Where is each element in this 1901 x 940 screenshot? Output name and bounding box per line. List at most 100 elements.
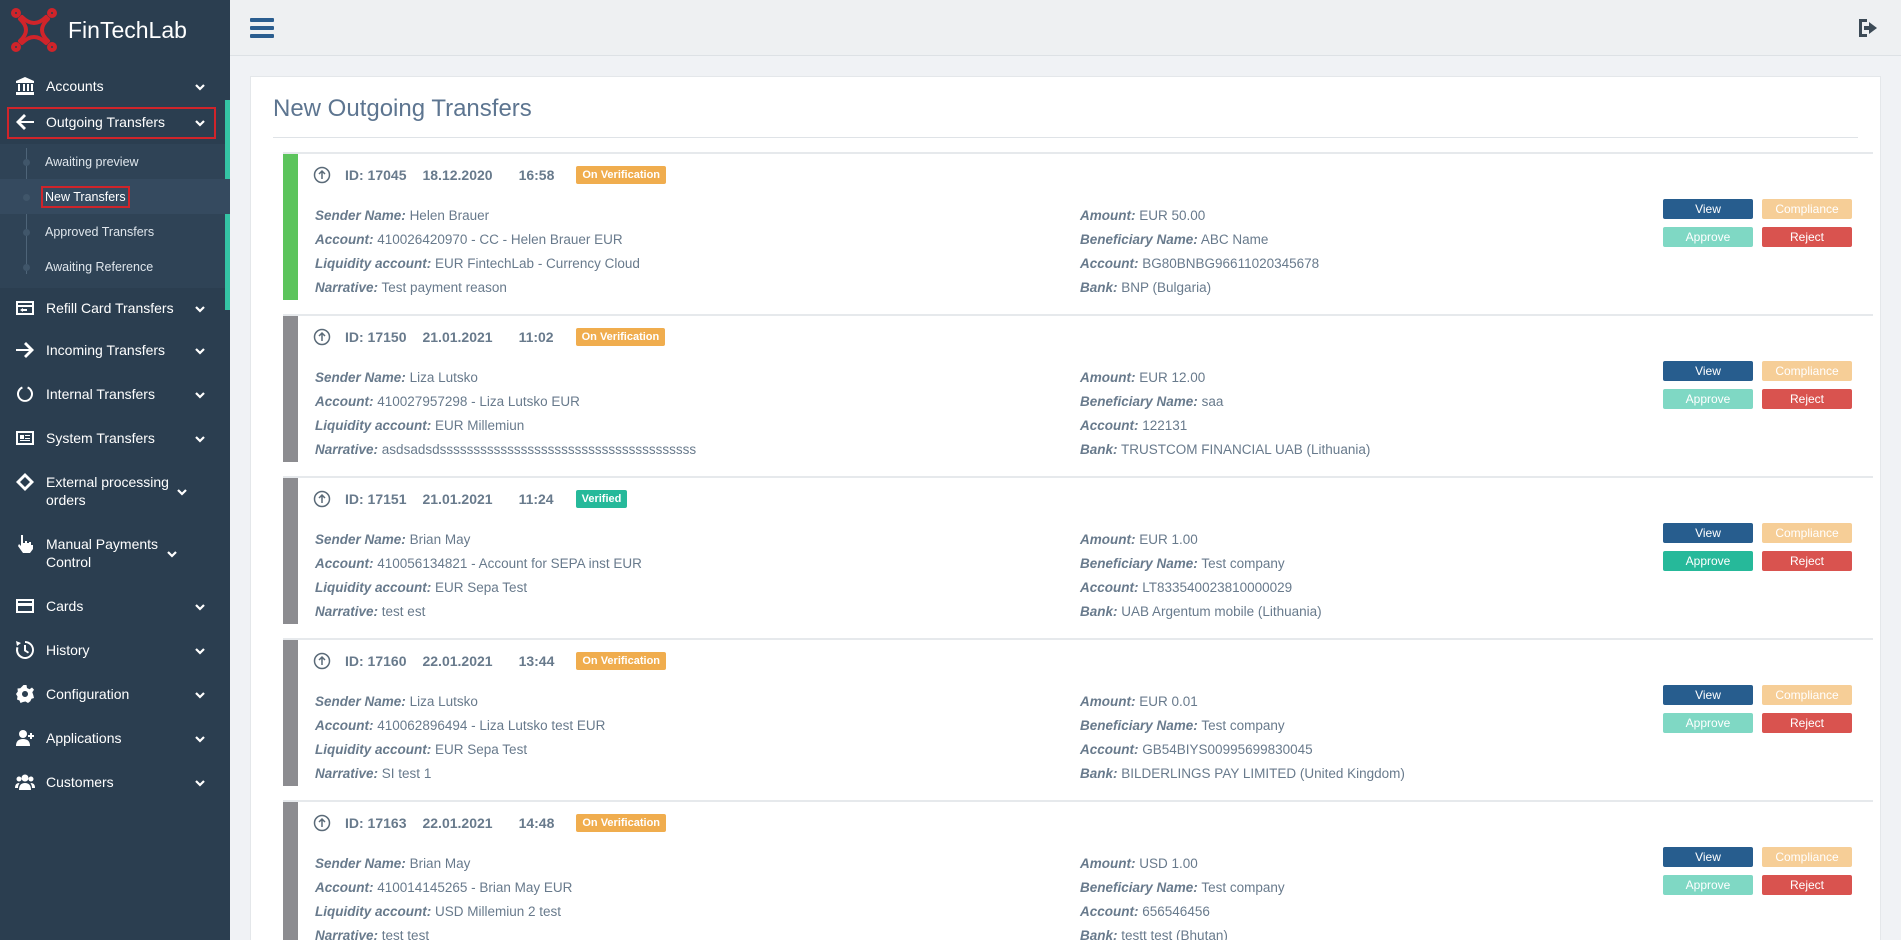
amount-row: Amount: EUR 50.00 xyxy=(1080,204,1319,228)
logout-icon[interactable] xyxy=(1857,17,1881,39)
reject-button[interactable]: Reject xyxy=(1762,713,1852,733)
field-label: Bank: xyxy=(1080,766,1118,781)
sidebar-item-label: Cards xyxy=(46,598,84,614)
beneficiary-details: Amount: EUR 0.01 Beneficiary Name: Test … xyxy=(1080,690,1405,786)
field-label: Beneficiary Name: xyxy=(1080,718,1198,733)
menu-toggle-icon[interactable] xyxy=(250,17,274,39)
sidebar-item-configuration[interactable]: Configuration xyxy=(0,672,230,716)
sidebar-item-history[interactable]: History xyxy=(0,628,230,672)
transfer-actions: View Compliance Approve Reject xyxy=(1663,847,1853,895)
beneficiary-account-row: Account: GB54BIYS00995699830045 xyxy=(1080,738,1405,762)
sender-name-row: Sender Name: Brian May xyxy=(315,852,572,876)
narrative-row: Narrative: test test xyxy=(315,924,572,940)
sidebar: FinTechLab Accounts Outgoing Transfers A… xyxy=(0,0,230,940)
sidebar-item-customers[interactable]: Customers xyxy=(0,760,230,804)
sidebar-item-internal-transfers[interactable]: Internal Transfers xyxy=(0,372,230,416)
field-label: Sender Name: xyxy=(315,208,406,223)
transfer-card: ID: 17160 22.01.2021 13:44 On Verificati… xyxy=(283,638,1873,800)
compliance-button[interactable]: Compliance xyxy=(1762,199,1852,219)
field-label: Account: xyxy=(1080,418,1139,433)
sender-account: 410026420970 - CC - Helen Brauer EUR xyxy=(377,232,623,247)
sender-name: Brian May xyxy=(409,856,471,871)
view-button[interactable]: View xyxy=(1663,523,1753,543)
arrow-right-icon xyxy=(12,340,38,360)
approve-button[interactable]: Approve xyxy=(1663,551,1753,571)
narrative: asdsadsdssssssssssssssssssssssssssssssss… xyxy=(381,442,697,457)
view-button[interactable]: View xyxy=(1663,361,1753,381)
bank-row: Bank: testt test (Bhutan) xyxy=(1080,924,1285,940)
sidebar-item-applications[interactable]: Applications xyxy=(0,716,230,760)
sidebar-item-label: Customers xyxy=(46,774,114,790)
reject-button[interactable]: Reject xyxy=(1762,551,1852,571)
sidebar-item-manual-payments-control[interactable]: Manual Payments Control xyxy=(0,522,230,584)
approve-button[interactable]: Approve xyxy=(1663,875,1753,895)
transfer-date: 21.01.2021 xyxy=(422,491,493,507)
liquidity-row: Liquidity account: USD Millemiun 2 test xyxy=(315,900,572,924)
users-icon xyxy=(12,772,38,792)
sidebar-item-system-transfers[interactable]: System Transfers xyxy=(0,416,230,460)
outgoing-transfers-submenu: Awaiting preview New Transfers Approved … xyxy=(0,100,230,310)
sidebar-item-cards[interactable]: Cards xyxy=(0,584,230,628)
field-label: Liquidity account: xyxy=(315,904,432,919)
approve-button[interactable]: Approve xyxy=(1663,713,1753,733)
compliance-button[interactable]: Compliance xyxy=(1762,847,1852,867)
view-button[interactable]: View xyxy=(1663,847,1753,867)
account-row: Account: 410027957298 - Liza Lutsko EUR xyxy=(315,390,696,414)
sidebar-item-outgoing-transfers[interactable]: Outgoing Transfers xyxy=(0,100,230,144)
narrative: SI test 1 xyxy=(381,766,432,781)
arrow-up-circle-icon xyxy=(313,814,331,832)
beneficiary-name: saa xyxy=(1201,394,1224,409)
beneficiary-name: Test company xyxy=(1201,880,1285,895)
approve-button[interactable]: Approve xyxy=(1663,227,1753,247)
card-refill-icon xyxy=(12,298,38,318)
sidebar-item-external-processing-orders[interactable]: External processing orders xyxy=(0,460,230,522)
view-button[interactable]: View xyxy=(1663,685,1753,705)
field-label: Bank: xyxy=(1080,928,1118,940)
field-label: Liquidity account: xyxy=(315,742,432,757)
field-label: Amount: xyxy=(1080,694,1136,709)
submenu-label: Awaiting Reference xyxy=(45,259,154,274)
liquidity-account: EUR Sepa Test xyxy=(435,580,528,595)
beneficiary-account-row: Account: BG80BNBG96611020345678 xyxy=(1080,252,1319,276)
brand[interactable]: FinTechLab xyxy=(0,0,230,60)
sender-details: Sender Name: Brian May Account: 41001414… xyxy=(315,852,572,940)
chevron-down-icon xyxy=(194,388,206,400)
sidebar-item-refill-card-transfers[interactable]: Refill Card Transfers xyxy=(0,288,230,328)
status-badge: Verified xyxy=(575,490,628,508)
narrative: test test xyxy=(381,928,430,940)
reject-button[interactable]: Reject xyxy=(1762,227,1852,247)
field-label: Liquidity account: xyxy=(315,418,432,433)
submenu-item-new-transfers[interactable]: New Transfers xyxy=(0,179,230,214)
chevron-down-icon xyxy=(176,485,188,497)
sidebar-item-incoming-transfers[interactable]: Incoming Transfers xyxy=(0,328,230,372)
reject-button[interactable]: Reject xyxy=(1762,389,1852,409)
view-button[interactable]: View xyxy=(1663,199,1753,219)
amount-row: Amount: EUR 1.00 xyxy=(1080,528,1322,552)
field-label: Sender Name: xyxy=(315,694,406,709)
reject-button[interactable]: Reject xyxy=(1762,875,1852,895)
beneficiary-account: GB54BIYS00995699830045 xyxy=(1142,742,1313,757)
field-label: Bank: xyxy=(1080,604,1118,619)
bank-row: Bank: TRUSTCOM FINANCIAL UAB (Lithuania) xyxy=(1080,438,1370,462)
compliance-button[interactable]: Compliance xyxy=(1762,523,1852,543)
account-row: Account: 410062896494 - Liza Lutsko test… xyxy=(315,714,605,738)
sender-name: Liza Lutsko xyxy=(409,694,478,709)
submenu-item-approved-transfers[interactable]: Approved Transfers xyxy=(0,214,230,249)
submenu-item-awaiting-preview[interactable]: Awaiting preview xyxy=(0,144,230,179)
chevron-down-icon xyxy=(194,644,206,656)
beneficiary-account-row: Account: 656546456 xyxy=(1080,900,1285,924)
compliance-button[interactable]: Compliance xyxy=(1762,361,1852,381)
field-label: Account: xyxy=(315,718,374,733)
compliance-button[interactable]: Compliance xyxy=(1762,685,1852,705)
account-row: Account: 410056134821 - Account for SEPA… xyxy=(315,552,642,576)
approve-button[interactable]: Approve xyxy=(1663,389,1753,409)
field-label: Beneficiary Name: xyxy=(1080,556,1198,571)
transfer-id: ID: 17045 xyxy=(345,167,407,183)
field-label: Amount: xyxy=(1080,856,1136,871)
submenu-item-awaiting-reference[interactable]: Awaiting Reference xyxy=(0,249,230,284)
main-panel: New Outgoing Transfers ID: 17045 18.12.2… xyxy=(250,76,1881,940)
liquidity-account: USD Millemiun 2 test xyxy=(435,904,562,919)
liquidity-account: EUR FintechLab - Currency Cloud xyxy=(435,256,640,271)
arrow-left-icon xyxy=(12,112,38,132)
chevron-down-icon xyxy=(194,344,206,356)
